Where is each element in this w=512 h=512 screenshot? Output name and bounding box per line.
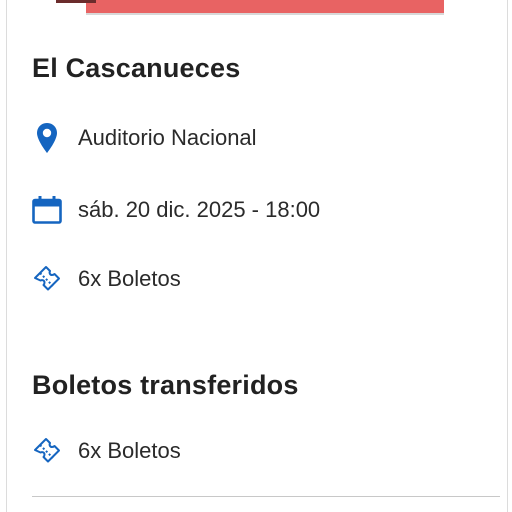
ticket-icon (32, 263, 62, 295)
event-venue-row: Auditorio Nacional (32, 120, 257, 156)
event-title: El Cascanueces (32, 53, 241, 83)
card-right-border (507, 0, 508, 512)
map-pin-icon (32, 122, 62, 154)
event-tickets-row: 6x Boletos (32, 261, 181, 297)
card-left-border (6, 0, 7, 512)
event-date-row: sáb. 20 dic. 2025 - 18:00 (32, 192, 320, 228)
event-image-banner-detail (56, 0, 96, 3)
calendar-icon (32, 194, 62, 226)
section-divider (32, 496, 500, 497)
transferred-ticket-count: 6x Boletos (78, 438, 181, 463)
ticket-icon (32, 435, 62, 467)
event-image-banner (86, 0, 444, 15)
ticket-detail-screen: El Cascanueces Auditorio Nacional sáb. 2… (0, 0, 512, 512)
event-datetime: sáb. 20 dic. 2025 - 18:00 (78, 197, 321, 222)
event-venue: Auditorio Nacional (78, 125, 257, 150)
transferred-title: Boletos transferidos (32, 370, 299, 400)
transferred-tickets-row: 6x Boletos (32, 433, 181, 469)
event-ticket-count: 6x Boletos (78, 266, 181, 291)
